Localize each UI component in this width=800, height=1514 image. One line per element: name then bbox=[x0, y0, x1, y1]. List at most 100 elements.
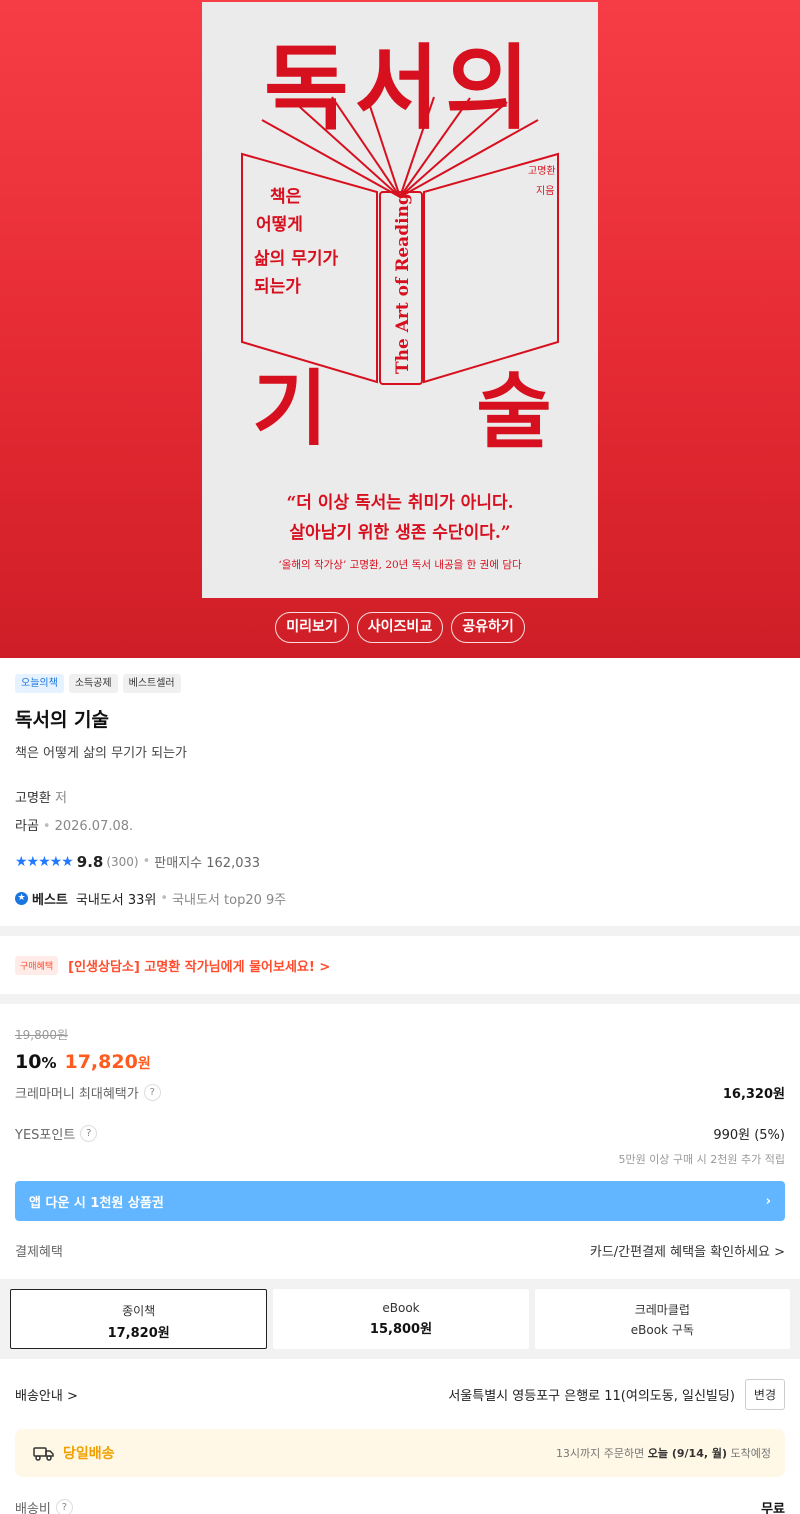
hero-banner: 독서의 책은 어떻게 삶의 무기가 되는가 The Art of Reading… bbox=[0, 0, 800, 658]
format-ebook[interactable]: eBook 15,800원 bbox=[273, 1289, 529, 1349]
section-divider bbox=[0, 994, 800, 1004]
tag-bestseller[interactable]: 베스트셀러 bbox=[122, 674, 181, 693]
price-section: 19,800원 10% 17,820원 크레마머니 최대혜택가? 16,320원… bbox=[0, 1004, 800, 1279]
best-rank: 국내도서 33위 bbox=[75, 893, 157, 908]
cover-tagline-4: 되는가 bbox=[254, 277, 301, 297]
help-icon[interactable]: ? bbox=[55, 1498, 73, 1514]
benefit-badge: 구매혜택 bbox=[15, 955, 59, 975]
rating-stars-icon: ★★★★★ bbox=[15, 853, 74, 870]
best-weeks: 국내도서 top20 9주 bbox=[172, 893, 287, 908]
crema-label: 크레마머니 최대혜택가 bbox=[15, 1087, 139, 1102]
review-count[interactable]: (300) bbox=[106, 855, 138, 869]
format-name: eBook bbox=[382, 1301, 420, 1315]
payment-benefit-link[interactable]: 카드/간편결제 혜택을 확인하세요 > bbox=[590, 1241, 785, 1260]
payment-benefit-row: 결제혜택 카드/간편결제 혜택을 확인하세요 > bbox=[15, 1221, 785, 1279]
format-name: 크레마클럽 bbox=[634, 1303, 690, 1317]
point-value: 990원 (5%) bbox=[713, 1128, 785, 1143]
point-row: YES포인트? 990원 (5%) bbox=[15, 1124, 785, 1143]
best-badge-icon: ★ bbox=[15, 892, 28, 905]
sale-price: 17,820원 bbox=[64, 1051, 150, 1073]
format-paper[interactable]: 종이책 17,820원 bbox=[10, 1289, 268, 1349]
cover-art: 독서의 책은 어떻게 삶의 무기가 되는가 The Art of Reading… bbox=[202, 2, 598, 598]
cover-tagline-1: 책은 bbox=[270, 187, 302, 207]
separator-dot: • bbox=[42, 819, 51, 834]
same-day-delivery: 당일배송 13시까지 주문하면 오늘 (9/14, 월) 도착예정 bbox=[15, 1429, 785, 1477]
best-rank-row[interactable]: ★ 베스트 국내도서 33위 • 국내도서 top20 9주 bbox=[15, 889, 785, 908]
tag-today-book[interactable]: 오늘의책 bbox=[15, 674, 64, 693]
delivery-truck-icon bbox=[33, 1447, 54, 1461]
hero-action-buttons: 미리보기 사이즈비교 공유하기 bbox=[0, 612, 800, 643]
same-day-label: 당일배송 bbox=[63, 1446, 115, 1462]
help-icon[interactable]: ? bbox=[143, 1084, 161, 1101]
product-info: 오늘의책 소득공제 베스트셀러 독서의 기술 책은 어떻게 삶의 무기가 되는가… bbox=[0, 658, 800, 926]
tag-tax-deduction[interactable]: 소득공제 bbox=[68, 674, 118, 693]
rating-row: ★★★★★ 9.8 (300) • 판매지수 162,033 bbox=[15, 852, 785, 872]
sale-price-row: 10% 17,820원 bbox=[15, 1051, 785, 1073]
author-role: 저 bbox=[55, 791, 67, 806]
author-name[interactable]: 고명환 bbox=[15, 791, 51, 806]
shipping-address: 서울특별시 영등포구 은행로 11(여의도동, 일신빌딩) bbox=[448, 1388, 735, 1404]
eta-suffix: 도착예정 bbox=[727, 1447, 772, 1460]
format-name: 종이책 bbox=[122, 1304, 156, 1318]
separator-dot: • bbox=[142, 854, 151, 869]
publish-date: 2026.07.08. bbox=[54, 819, 134, 834]
help-icon[interactable]: ? bbox=[80, 1125, 98, 1142]
product-subtitle: 책은 어떻게 삶의 무기가 되는가 bbox=[15, 746, 188, 761]
app-download-banner[interactable]: 앱 다운 시 1천원 상품권 › bbox=[15, 1181, 785, 1221]
delivery-eta: 13시까지 주문하면 오늘 (9/14, 월) 도착예정 bbox=[556, 1445, 771, 1461]
separator-dot: • bbox=[160, 891, 169, 906]
cover-quote-sub: ‘올해의 작가상’ 고명환, 20년 독서 내공을 한 권에 담다 bbox=[278, 558, 522, 571]
original-price: 19,800원 bbox=[15, 1028, 69, 1042]
preview-button[interactable]: 미리보기 bbox=[275, 612, 349, 643]
cover-tagline-2: 어떻게 bbox=[256, 214, 303, 235]
shipping-fee-label: 배송비 bbox=[15, 1501, 51, 1514]
cover-title-top: 독서의 bbox=[264, 34, 536, 142]
best-label: 베스트 bbox=[32, 893, 68, 908]
sale-price-unit: 원 bbox=[137, 1056, 151, 1072]
format-price: 17,820원 bbox=[107, 1326, 170, 1341]
discount-rate: 10% bbox=[15, 1051, 56, 1073]
shipping-guide-link[interactable]: 배송안내 > bbox=[15, 1385, 78, 1404]
section-divider bbox=[0, 926, 800, 936]
purchase-benefit-row[interactable]: 구매혜택 [인생상담소] 고명환 작가님에게 물어보세요! > bbox=[0, 936, 800, 994]
shipping-fee-row: 배송비? 무료 bbox=[0, 1477, 800, 1514]
format-price: 15,800원 bbox=[369, 1322, 433, 1337]
author-line: 고명환 저 bbox=[15, 787, 785, 806]
point-note: 5만원 이상 구매 시 2천원 추가 적립 bbox=[618, 1153, 785, 1166]
crema-value: 16,320원 bbox=[722, 1087, 785, 1102]
format-crema-club[interactable]: 크레마클럽 eBook 구독 bbox=[534, 1289, 790, 1349]
share-button[interactable]: 공유하기 bbox=[451, 612, 525, 643]
book-cover[interactable]: 독서의 책은 어떻게 삶의 무기가 되는가 The Art of Reading… bbox=[202, 2, 598, 598]
format-selector: 종이책 17,820원 eBook 15,800원 크레마클럽 eBook 구독 bbox=[0, 1279, 800, 1359]
tag-list: 오늘의책 소득공제 베스트셀러 bbox=[15, 658, 785, 693]
crema-row: 크레마머니 최대혜택가? 16,320원 bbox=[15, 1083, 785, 1102]
format-sub: eBook 구독 bbox=[630, 1323, 694, 1337]
eta-day: 오늘 (9/14, 월) bbox=[647, 1447, 728, 1460]
change-address-button[interactable]: 변경 bbox=[744, 1378, 785, 1410]
app-banner-text: 앱 다운 시 1천원 상품권 bbox=[29, 1195, 164, 1211]
payment-benefit-label: 결제혜택 bbox=[15, 1244, 63, 1260]
cover-quote-1: “더 이상 독서는 취미가 아니다. bbox=[286, 492, 513, 513]
benefit-link[interactable]: [인생상담소] 고명환 작가님에게 물어보세요! > bbox=[68, 956, 330, 975]
publisher-name[interactable]: 라곰 bbox=[15, 819, 39, 834]
publisher-line: 라곰 • 2026.07.08. bbox=[15, 815, 785, 834]
cover-author-1: 고명환 bbox=[528, 165, 556, 177]
cover-spine-text: The Art of Reading bbox=[393, 193, 413, 374]
cover-title-right: 술 bbox=[476, 364, 551, 460]
size-compare-button[interactable]: 사이즈비교 bbox=[356, 612, 444, 643]
chevron-right-icon: › bbox=[765, 1193, 771, 1209]
cover-author-2: 지음 bbox=[536, 185, 554, 197]
discount-value: 10 bbox=[15, 1051, 42, 1073]
cover-title-left: 기 bbox=[252, 361, 327, 457]
sale-price-value: 17,820 bbox=[64, 1051, 138, 1073]
shipping-header: 배송안내 > 서울특별시 영등포구 은행로 11(여의도동, 일신빌딩) 변경 bbox=[0, 1359, 800, 1429]
cover-quote-2: 살아남기 위한 생존 수단이다.” bbox=[289, 523, 510, 543]
rating-score: 9.8 bbox=[76, 852, 104, 871]
discount-unit: % bbox=[41, 1054, 57, 1072]
sales-index: 판매지수 162,033 bbox=[154, 856, 261, 871]
point-label: YES포인트 bbox=[15, 1128, 76, 1143]
product-title: 독서의 기술 bbox=[15, 709, 110, 731]
cover-tagline-3: 삶의 무기가 bbox=[254, 249, 338, 269]
shipping-fee-value: 무료 bbox=[761, 1501, 785, 1514]
eta-prefix: 13시까지 주문하면 bbox=[555, 1447, 648, 1460]
